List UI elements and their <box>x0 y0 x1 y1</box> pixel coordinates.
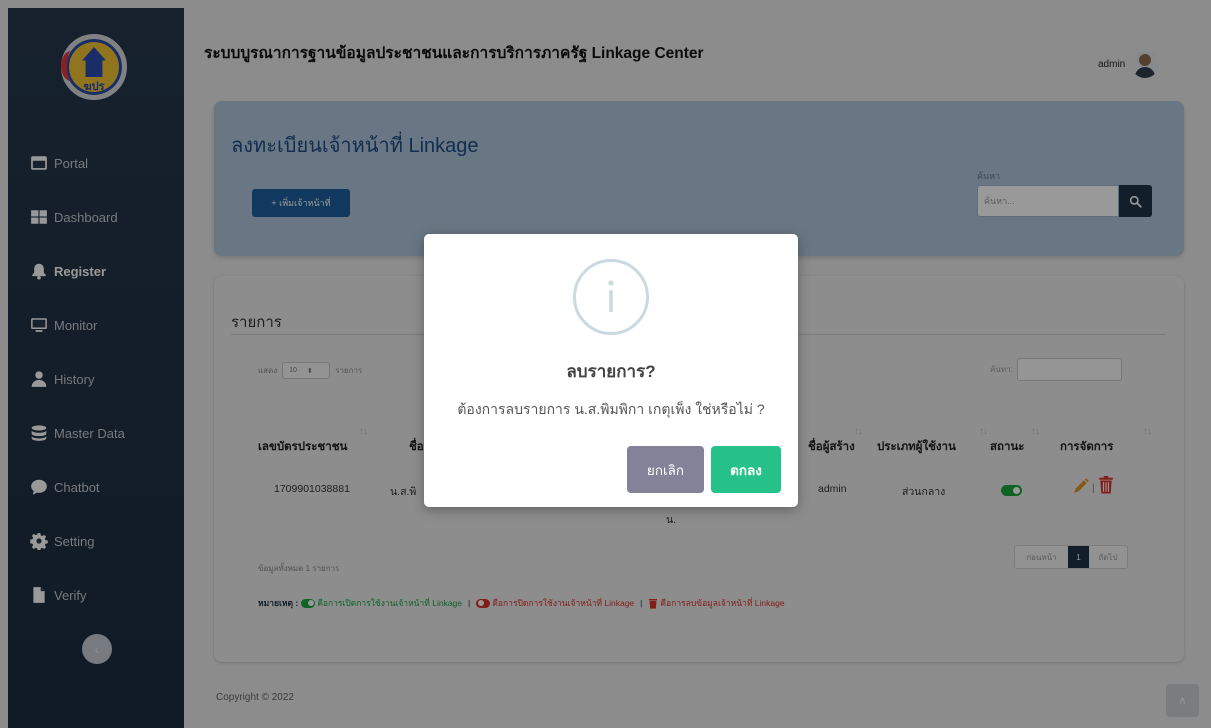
confirm-delete-dialog: ลบรายการ? ต้องการลบรายการ น.ส.พิมพิกา เก… <box>424 234 798 507</box>
dialog-message: ต้องการลบรายการ น.ส.พิมพิกา เกตุเพ็ง ใช่… <box>457 401 765 417</box>
cancel-button[interactable]: ยกเลิก <box>627 446 704 493</box>
dialog-title: ลบรายการ? <box>566 362 656 381</box>
info-icon <box>573 259 649 335</box>
confirm-button[interactable]: ตกลง <box>711 446 781 493</box>
